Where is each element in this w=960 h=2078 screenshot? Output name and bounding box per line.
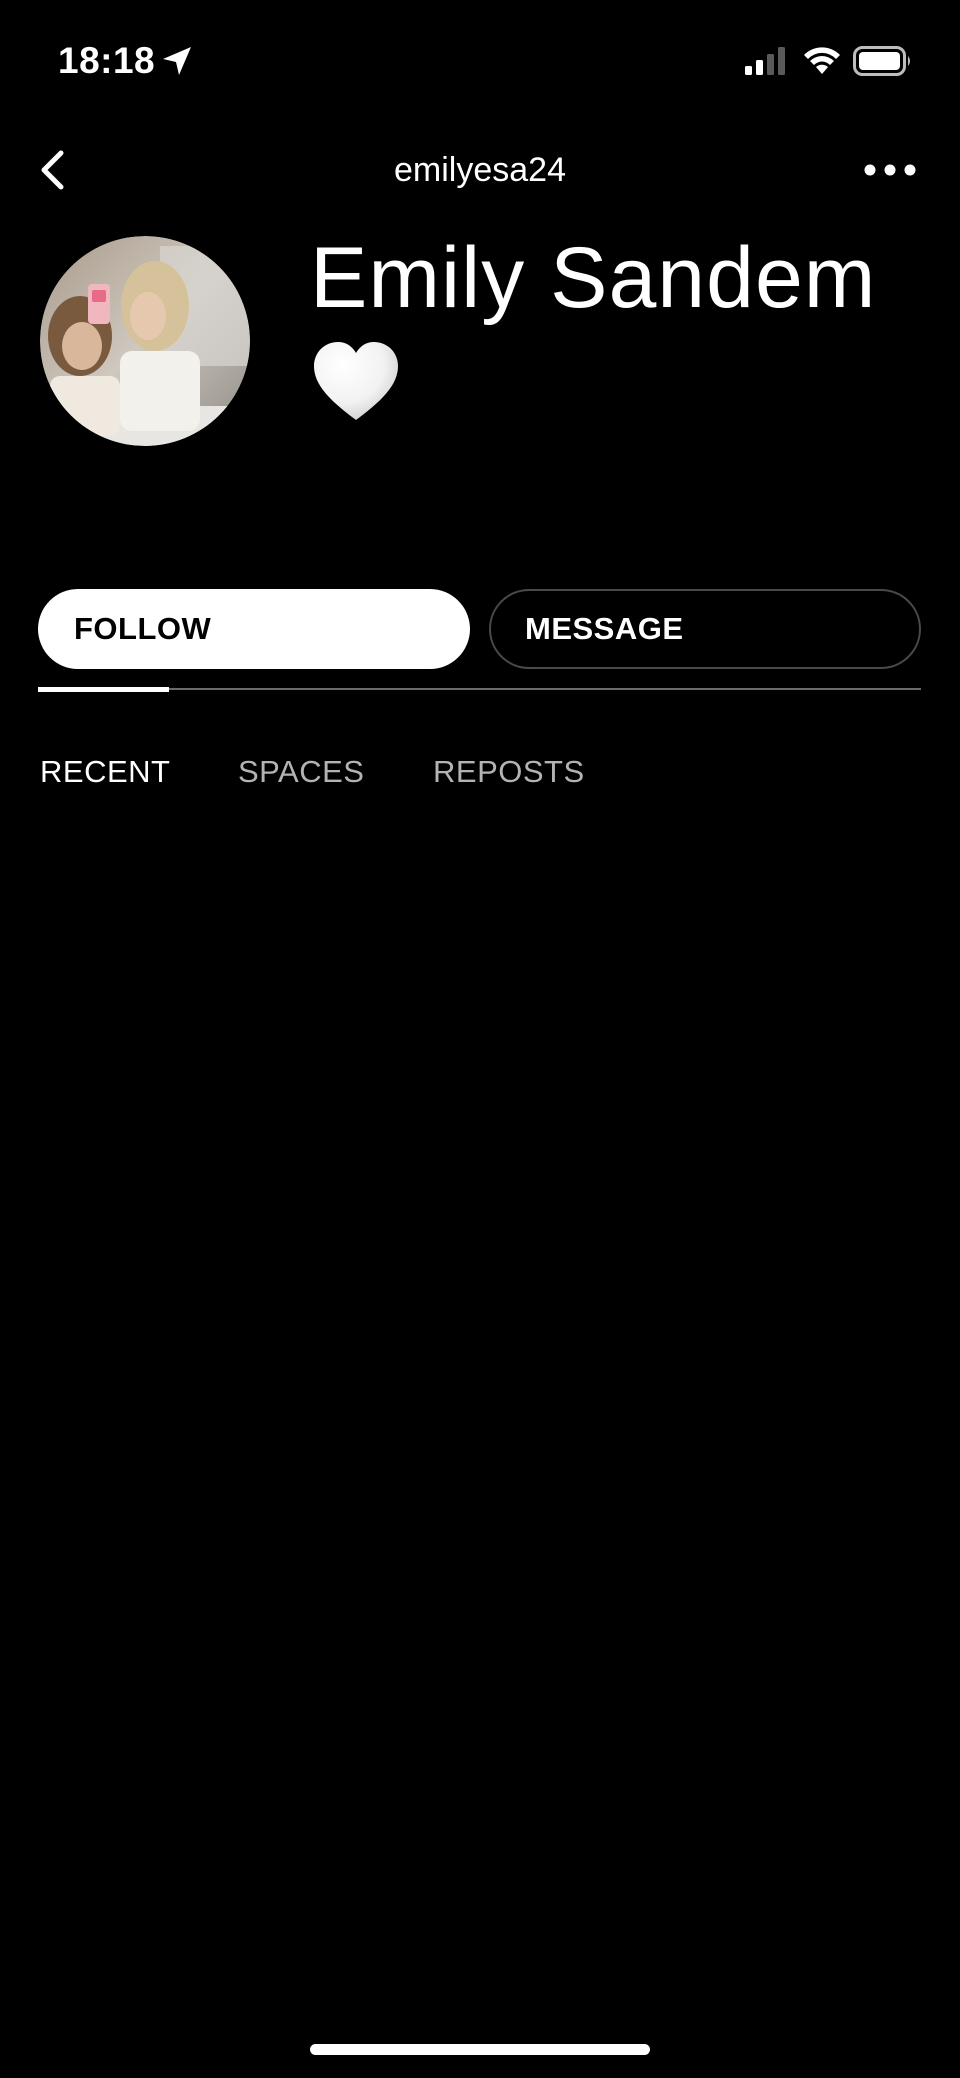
white-heart-icon bbox=[314, 342, 398, 420]
location-arrow-icon bbox=[163, 47, 191, 75]
message-button[interactable]: MESSAGE bbox=[489, 589, 921, 669]
tab-divider bbox=[38, 688, 921, 690]
display-name: Emily Sandem bbox=[310, 230, 877, 326]
active-tab-indicator bbox=[38, 687, 169, 692]
wifi-icon bbox=[804, 47, 840, 74]
status-bar: 18:18 bbox=[0, 0, 960, 120]
follow-button[interactable]: FOLLOW bbox=[38, 589, 470, 669]
battery-icon bbox=[853, 46, 910, 76]
status-time: 18:18 bbox=[58, 40, 156, 81]
tab-spaces[interactable]: SPACES bbox=[238, 752, 364, 792]
avatar[interactable] bbox=[40, 236, 250, 446]
home-indicator[interactable] bbox=[310, 2044, 650, 2055]
ellipsis-icon bbox=[864, 164, 916, 176]
tab-recent[interactable]: RECENT bbox=[40, 752, 170, 792]
more-options-button[interactable] bbox=[862, 150, 918, 190]
cellular-signal-icon bbox=[745, 47, 785, 75]
username-title: emilyesa24 bbox=[394, 151, 566, 189]
tab-reposts[interactable]: REPOSTS bbox=[433, 752, 585, 792]
chevron-left-icon bbox=[41, 150, 64, 190]
back-button[interactable] bbox=[30, 140, 74, 200]
